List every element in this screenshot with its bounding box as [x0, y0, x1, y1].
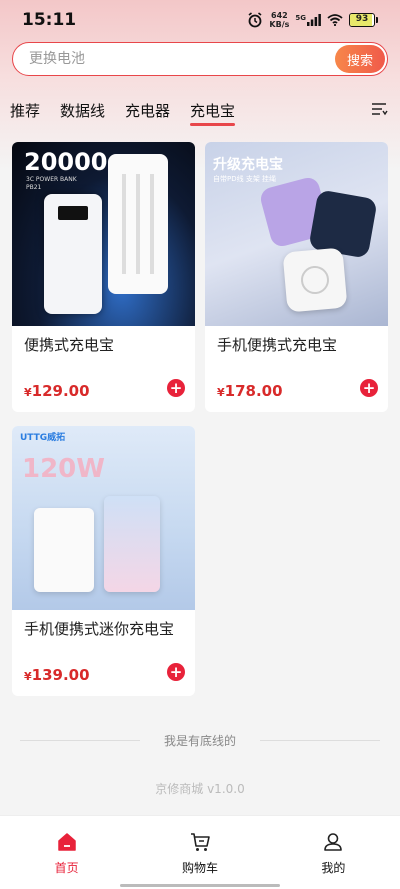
- bottom-nav: 首页 购物车 我的: [0, 815, 400, 889]
- product-price: ¥178.00: [217, 382, 283, 400]
- product-image-headline: 120W: [22, 454, 105, 484]
- tab-charger[interactable]: 充电器: [125, 100, 170, 121]
- alarm-icon: [248, 12, 262, 28]
- plus-icon: +: [169, 662, 183, 681]
- currency-symbol: ¥: [217, 386, 225, 399]
- product-title: 手机便携式迷你充电宝: [24, 620, 175, 638]
- plus-icon: +: [169, 378, 183, 397]
- currency-symbol: ¥: [24, 386, 32, 399]
- end-of-list-divider: 我是有底线的: [20, 730, 381, 750]
- home-icon: [57, 833, 76, 851]
- signal-icon: 5G: [295, 14, 321, 26]
- filter-menu-icon[interactable]: [370, 100, 388, 118]
- price-value: 139.00: [31, 666, 90, 684]
- product-image: UTTG威拓 120W: [12, 426, 195, 610]
- search-button[interactable]: 搜索: [335, 45, 385, 73]
- home-indicator: [120, 884, 280, 887]
- net-speed: 642 KB/s: [269, 11, 289, 29]
- add-to-cart-button[interactable]: +: [167, 663, 185, 681]
- wifi-icon: [327, 14, 343, 26]
- add-to-cart-button[interactable]: +: [360, 379, 378, 397]
- power-bank-gradient: [104, 496, 160, 592]
- status-icons: 642 KB/s 5G 93: [247, 11, 378, 29]
- price-value: 129.00: [31, 382, 90, 400]
- product-image: 升级充电宝 自带PD线 支架 挂绳: [205, 142, 388, 326]
- product-title: 手机便携式充电宝: [217, 336, 338, 354]
- battery-level: 93: [355, 14, 369, 24]
- add-to-cart-button[interactable]: +: [167, 379, 185, 397]
- power-bank-white: [282, 247, 348, 313]
- nav-label: 首页: [54, 861, 79, 875]
- user-icon: [324, 833, 343, 851]
- product-image-subtitle: 自带PD线 支架 挂绳: [213, 175, 277, 183]
- signal-label: 5G: [295, 14, 306, 22]
- product-price: ¥139.00: [24, 666, 90, 684]
- power-bank-dark: [308, 189, 378, 259]
- power-bank-mini: [34, 508, 94, 592]
- product-card[interactable]: UTTG威拓 120W 手机便携式迷你充电宝 ¥139.00 +: [12, 426, 195, 696]
- product-card[interactable]: 升级充电宝 自带PD线 支架 挂绳 手机便携式充电宝 ¥178.00 +: [205, 142, 388, 412]
- nav-home[interactable]: 首页: [0, 816, 133, 889]
- product-image-headline: 20000: [24, 148, 108, 176]
- status-time: 15:11: [22, 10, 77, 30]
- category-tabs: 推荐 数据线 充电器 充电宝: [0, 90, 400, 130]
- battery-icon: 93: [349, 13, 378, 27]
- price-value: 178.00: [224, 382, 283, 400]
- product-image-subtitle: 3C POWER BANK: [26, 176, 77, 183]
- app-version: 京修商城 v1.0.0: [155, 782, 245, 796]
- power-bank-front: [44, 194, 102, 314]
- nav-label: 购物车: [181, 861, 218, 875]
- product-image: 20000 3C POWER BANK PB21: [12, 142, 195, 326]
- product-image-model: PB21: [26, 184, 42, 191]
- net-speed-unit: KB/s: [269, 20, 290, 29]
- tab-power-bank[interactable]: 充电宝: [190, 100, 236, 126]
- tab-recommend[interactable]: 推荐: [10, 100, 40, 121]
- nav-profile[interactable]: 我的: [267, 816, 400, 889]
- plus-icon: +: [362, 378, 376, 397]
- nav-label: 我的: [321, 861, 346, 875]
- tab-data-cable[interactable]: 数据线: [60, 100, 105, 121]
- search-bar: 搜索: [12, 42, 388, 76]
- nav-cart[interactable]: 购物车: [133, 816, 266, 889]
- end-of-list-text: 我是有底线的: [164, 733, 237, 748]
- product-price: ¥129.00: [24, 382, 90, 400]
- product-image-headline: 升级充电宝: [213, 157, 283, 173]
- search-input[interactable]: [13, 43, 335, 75]
- product-image-brand: UTTG威拓: [20, 433, 66, 443]
- net-speed-value: 642: [271, 11, 288, 20]
- product-title: 便携式充电宝: [24, 336, 115, 354]
- power-bank-back: [108, 154, 168, 294]
- product-card[interactable]: 20000 3C POWER BANK PB21 便携式充电宝 ¥129.00 …: [12, 142, 195, 412]
- currency-symbol: ¥: [24, 670, 32, 683]
- status-bar: 15:11 642 KB/s 5G 93: [0, 0, 400, 40]
- cart-icon: [190, 833, 210, 851]
